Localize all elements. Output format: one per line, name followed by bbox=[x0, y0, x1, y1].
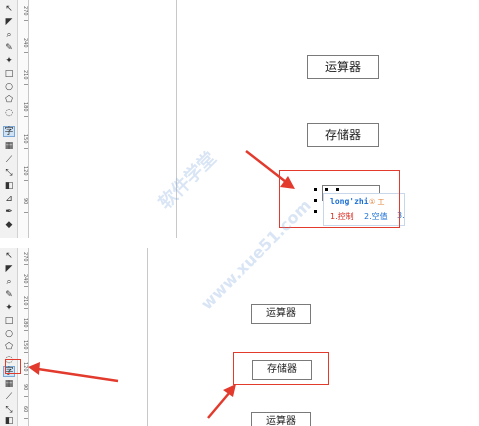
ruler-label: 120 bbox=[22, 166, 28, 176]
freehand-tool-icon[interactable]: ✎ bbox=[3, 290, 15, 300]
eyedropper-tool-icon[interactable]: ⊿ bbox=[3, 194, 15, 204]
ellipse-tool-icon[interactable]: ○ bbox=[3, 82, 15, 92]
polygon-tool-icon[interactable]: ⬠ bbox=[3, 95, 15, 105]
dimension-tool-icon[interactable]: ⟋ bbox=[3, 155, 15, 165]
effects-tool-icon[interactable]: ◧ bbox=[3, 416, 15, 426]
shape-tool-icon[interactable]: ◤ bbox=[3, 17, 15, 27]
rectangle-tool-icon[interactable]: □ bbox=[3, 316, 15, 326]
vertical-ruler: 270 240 210 180 150 120 90 bbox=[18, 0, 29, 238]
connector-tool-icon[interactable]: ⤡ bbox=[3, 405, 15, 415]
zoom-tool-icon[interactable]: ⌕ bbox=[3, 30, 15, 40]
storage-highlight-frame bbox=[233, 352, 329, 385]
connector-tool-icon[interactable]: ⤡ bbox=[3, 168, 15, 178]
table-tool-icon[interactable]: ▦ bbox=[3, 379, 15, 389]
ruler-label: 240 bbox=[22, 274, 28, 284]
smart-fill-icon[interactable]: ✦ bbox=[3, 303, 15, 313]
rectangle-tool-icon[interactable]: □ bbox=[3, 69, 15, 79]
spiral-tool-icon[interactable]: ◌ bbox=[3, 108, 15, 118]
ruler-label: 150 bbox=[22, 134, 28, 144]
table-tool-icon[interactable]: ▦ bbox=[3, 141, 15, 151]
effects-tool-icon[interactable]: ◧ bbox=[3, 181, 15, 191]
text-tool-highlight bbox=[5, 359, 21, 374]
top-panel: ↖ ◤ ⌕ ✎ ✦ □ ○ ⬠ ◌ 字 ▦ ⟋ ⤡ ◧ ⊿ ✒ ◆ 270 24… bbox=[0, 0, 479, 238]
fill-tool-icon[interactable]: ◆ bbox=[3, 220, 15, 230]
freehand-tool-icon[interactable]: ✎ bbox=[3, 43, 15, 53]
storage-unit-box[interactable]: 存储器 bbox=[307, 123, 379, 147]
ruler-label: 240 bbox=[22, 38, 28, 48]
smart-fill-icon[interactable]: ✦ bbox=[3, 56, 15, 66]
ruler-label: 210 bbox=[22, 296, 28, 306]
text-tool-icon[interactable]: 字 bbox=[3, 126, 15, 137]
ruler-label: 90 bbox=[22, 198, 28, 205]
compute-unit-box-copy[interactable]: 运算器 bbox=[251, 412, 311, 426]
ruler-label: 210 bbox=[22, 70, 28, 80]
pick-tool-icon[interactable]: ↖ bbox=[3, 4, 15, 14]
shape-tool-icon[interactable]: ◤ bbox=[3, 264, 15, 274]
ruler-label: 150 bbox=[22, 340, 28, 350]
ruler-label: 270 bbox=[22, 252, 28, 262]
pick-tool-icon[interactable]: ↖ bbox=[3, 251, 15, 261]
compute-unit-box[interactable]: 运算器 bbox=[307, 55, 379, 79]
ruler-label: 180 bbox=[22, 318, 28, 328]
highlight-frame bbox=[279, 170, 400, 228]
ellipse-tool-icon[interactable]: ○ bbox=[3, 329, 15, 339]
ruler-label: 270 bbox=[22, 6, 28, 16]
polygon-tool-icon[interactable]: ⬠ bbox=[3, 342, 15, 352]
ruler-label: 60 bbox=[22, 406, 28, 413]
ruler-label: 90 bbox=[22, 384, 28, 391]
toolbox: ↖ ◤ ⌕ ✎ ✦ □ ○ ⬠ ◌ 字 ▦ ⟋ ⤡ ◧ ⊿ ✒ ◆ bbox=[0, 0, 18, 238]
vertical-ruler: 270 240 210 180 150 120 90 60 bbox=[18, 248, 29, 426]
zoom-tool-icon[interactable]: ⌕ bbox=[3, 277, 15, 287]
bottom-panel: ↖ ◤ ⌕ ✎ ✦ □ ○ ⬠ ◌ 字 ▦ ⟋ ⤡ ◧ 270 240 210 … bbox=[0, 248, 479, 426]
page-border bbox=[176, 0, 177, 238]
compute-unit-box[interactable]: 运算器 bbox=[251, 304, 311, 324]
outline-pen-icon[interactable]: ✒ bbox=[3, 207, 15, 217]
ruler-label: 180 bbox=[22, 102, 28, 112]
page-border bbox=[147, 248, 148, 426]
toolbox: ↖ ◤ ⌕ ✎ ✦ □ ○ ⬠ ◌ 字 ▦ ⟋ ⤡ ◧ bbox=[0, 248, 18, 426]
dimension-tool-icon[interactable]: ⟋ bbox=[3, 392, 15, 402]
